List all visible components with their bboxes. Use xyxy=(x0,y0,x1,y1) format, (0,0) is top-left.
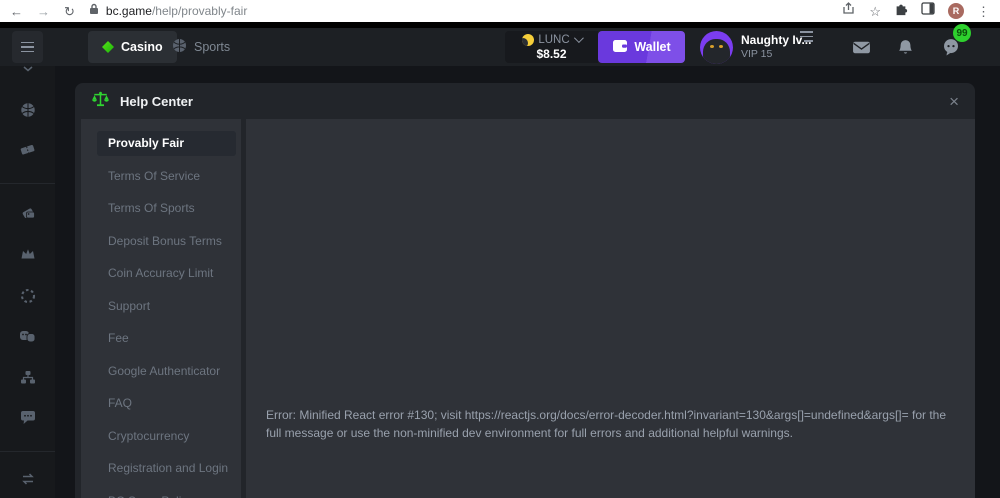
collapse-chevron-icon[interactable] xyxy=(0,66,55,72)
lock-icon[interactable] xyxy=(89,2,99,20)
help-menu-item[interactable]: BC Swap Policy xyxy=(97,489,236,498)
tab-casino[interactable]: Casino xyxy=(88,31,177,63)
page-background: Help Center × Provably Fair Terms Of Ser… xyxy=(0,66,1000,498)
help-menu-item[interactable]: Provably Fair xyxy=(97,131,236,156)
scales-icon xyxy=(91,91,110,112)
refer-masks-icon[interactable] xyxy=(0,330,55,343)
help-content-panel: Error: Minified React error #130; visit … xyxy=(246,119,975,498)
currency-selector[interactable]: LUNC $8.52 xyxy=(505,31,598,63)
close-icon[interactable]: × xyxy=(949,93,959,110)
share-icon[interactable] xyxy=(842,2,856,20)
react-error-message: Error: Minified React error #130; visit … xyxy=(266,407,947,442)
help-menu-item[interactable]: Deposit Bonus Terms xyxy=(97,229,236,254)
sidebar-divider xyxy=(0,183,55,184)
user-profile[interactable]: Naughty Iv... VIP 15 xyxy=(700,31,811,63)
help-menu-item[interactable]: Coin Accuracy Limit xyxy=(97,261,236,286)
swap-icon[interactable] xyxy=(0,472,55,486)
help-menu-item[interactable]: Cryptocurrency xyxy=(97,424,236,449)
lunc-coin-icon xyxy=(522,34,534,46)
help-menu: Provably Fair Terms Of Service Terms Of … xyxy=(81,131,241,498)
chat-badge: 99 xyxy=(953,24,971,42)
help-center-modal: Help Center × Provably Fair Terms Of Ser… xyxy=(75,83,975,498)
help-menu-item[interactable]: Terms Of Sports xyxy=(97,196,236,221)
help-menu-panel: Provably Fair Terms Of Service Terms Of … xyxy=(81,119,241,498)
address-bar[interactable]: bc.game/help/provably-fair xyxy=(89,2,828,20)
forward-icon[interactable]: → xyxy=(37,5,50,18)
user-menu-icon[interactable] xyxy=(800,31,813,63)
forum-chat-icon[interactable] xyxy=(0,410,55,425)
wallet-button[interactable]: Wallet xyxy=(598,31,685,63)
user-avatar xyxy=(700,31,733,64)
tab-sports[interactable]: Sports xyxy=(172,31,230,63)
bet-slip-icon[interactable] xyxy=(0,142,55,157)
notifications-bell-icon[interactable] xyxy=(898,31,913,63)
refresh-icon[interactable]: ↻ xyxy=(64,5,75,18)
help-menu-item[interactable]: Google Authenticator xyxy=(97,359,236,384)
sidebar-divider xyxy=(0,451,55,452)
browser-chrome: ← → ↻ bc.game/help/provably-fair ☆ R ⋮ xyxy=(0,0,1000,22)
extensions-icon[interactable] xyxy=(894,2,908,21)
hamburger-menu-button[interactable] xyxy=(12,31,43,63)
sports-ball-icon[interactable] xyxy=(0,102,55,118)
site-topbar: Casino Sports LUNC $8.52 Wallet Naughty … xyxy=(0,28,1000,66)
offers-tags-icon[interactable] xyxy=(0,205,55,221)
currency-code: LUNC xyxy=(538,34,569,46)
chrome-menu-icon[interactable]: ⋮ xyxy=(977,5,990,18)
back-icon[interactable]: ← xyxy=(10,5,23,18)
support-chat-icon[interactable]: 99 xyxy=(942,31,960,63)
side-panel-icon[interactable] xyxy=(921,2,935,20)
sports-ball-icon xyxy=(172,38,187,56)
help-menu-item[interactable]: FAQ xyxy=(97,391,236,416)
help-menu-item[interactable]: Fee xyxy=(97,326,236,351)
modal-title: Help Center xyxy=(120,94,193,109)
vip-crown-icon[interactable] xyxy=(0,247,55,260)
chevron-down-icon xyxy=(574,33,584,43)
browser-profile-avatar[interactable]: R xyxy=(948,3,964,19)
bc-diamond-icon xyxy=(102,41,114,53)
affiliate-network-icon[interactable] xyxy=(0,370,55,385)
app-sidebar xyxy=(0,66,55,498)
help-menu-item[interactable]: Registration and Login xyxy=(97,456,236,481)
url-text: bc.game/help/provably-fair xyxy=(106,4,247,18)
wallet-icon xyxy=(612,39,628,56)
help-menu-item[interactable]: Support xyxy=(97,294,236,319)
balance-amount: $8.52 xyxy=(536,47,566,61)
inbox-icon[interactable] xyxy=(852,31,871,63)
bonus-circle-icon[interactable] xyxy=(0,288,55,304)
help-menu-item[interactable]: Terms Of Service xyxy=(97,164,236,189)
bookmark-star-icon[interactable]: ☆ xyxy=(869,5,881,18)
